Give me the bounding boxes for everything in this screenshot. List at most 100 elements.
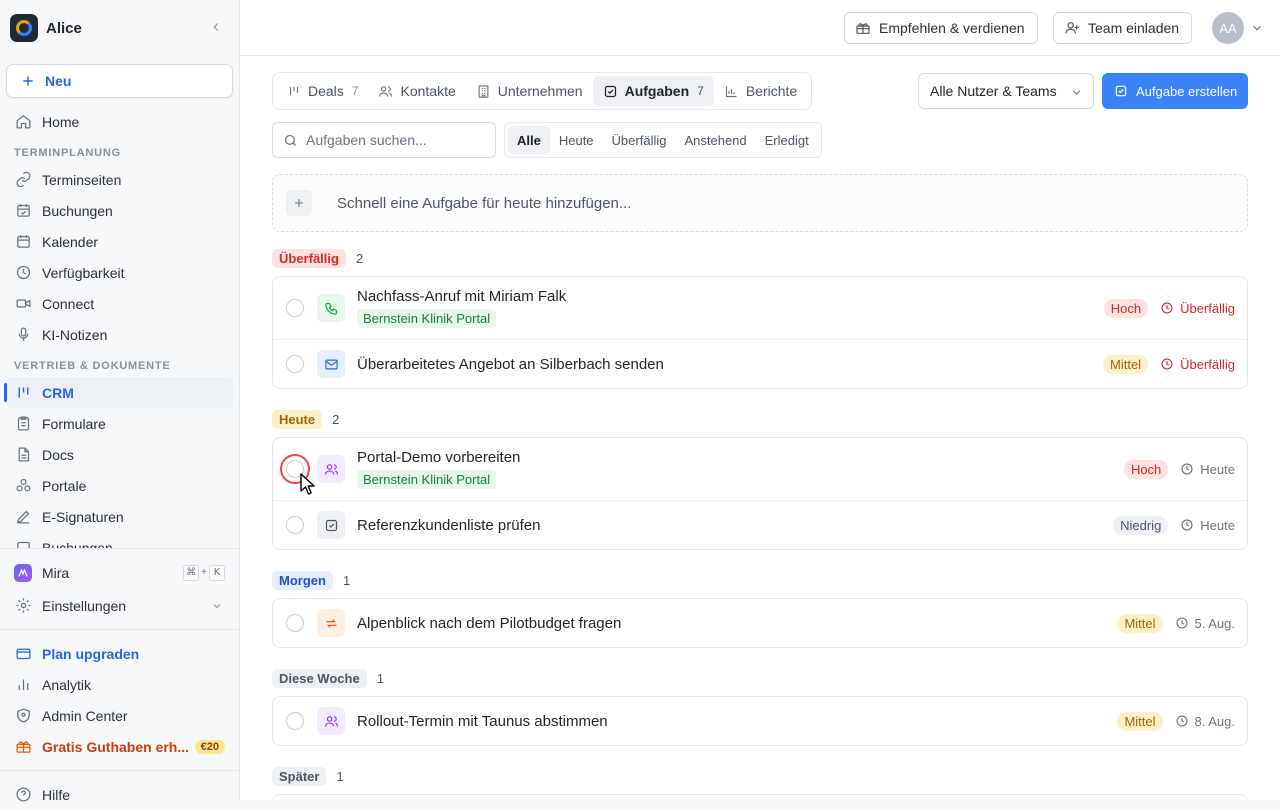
task-meta: Hoch Heute — [1123, 459, 1235, 479]
sidebar-bottom: Mira ⌘ + K Einstellungen Plan upgraden A… — [0, 548, 239, 810]
tab-label: Berichte — [745, 83, 798, 99]
workspace-switcher[interactable]: Alice — [0, 0, 239, 56]
clock-icon — [1181, 519, 1193, 531]
task-row[interactable]: Überarbeitetes Angebot an Silberbach sen… — [273, 340, 1247, 388]
task-row[interactable]: Rollout-Termin mit Taunus abstimmen Mitt… — [273, 697, 1247, 745]
tab-reports[interactable]: Berichte — [714, 76, 807, 106]
sidebar-item-terminseiten[interactable]: Terminseiten — [0, 164, 239, 195]
filter-done[interactable]: Erledigt — [756, 126, 818, 154]
help-icon — [14, 786, 32, 804]
create-task-button[interactable]: Aufgabe erstellen — [1102, 73, 1248, 109]
task-body: Portal-Demo vorbereiten Bernstein Klinik… — [357, 449, 520, 489]
group-count: 2 — [355, 250, 364, 266]
divider — [0, 629, 239, 630]
sidebar-item-label: Plan upgraden — [42, 645, 140, 662]
sidebar-item-buchungen-2[interactable]: Buchungen — [0, 532, 239, 548]
filter-upcoming[interactable]: Anstehend — [675, 126, 755, 154]
group-label: Überfällig — [272, 248, 346, 268]
task-checkbox[interactable] — [280, 454, 310, 484]
sidebar-item-free-credit[interactable]: Gratis Guthaben erh... €20 — [0, 731, 239, 762]
tab-tasks[interactable]: Aufgaben 7 — [592, 76, 714, 106]
filter-today[interactable]: Heute — [550, 126, 603, 154]
quick-add-task[interactable]: Schnell eine Aufgabe für heute hinzufüge… — [272, 174, 1248, 232]
task-checkbox[interactable] — [286, 355, 304, 373]
search-input[interactable] — [306, 132, 486, 148]
task-meta: Mittel 8. Aug. — [1117, 711, 1235, 731]
tab-label: Kontakte — [400, 83, 456, 99]
clock-icon — [14, 264, 32, 282]
group-header-this-week: Diese Woche 1 — [272, 668, 384, 688]
collapse-sidebar-icon[interactable] — [209, 20, 223, 34]
task-checkbox[interactable] — [286, 712, 304, 730]
sidebar-item-label: Docs — [42, 446, 74, 463]
user-team-filter[interactable]: Alle Nutzer & Teams — [918, 73, 1094, 109]
sidebar-item-kalender[interactable]: Kalender — [0, 226, 239, 257]
sidebar-item-portale[interactable]: Portale — [0, 470, 239, 501]
sidebar-item-label: Analytik — [42, 676, 92, 693]
sidebar-item-docs[interactable]: Docs — [0, 439, 239, 470]
divider — [0, 770, 239, 771]
gift-icon — [14, 738, 32, 756]
task-title: Alpenblick nach dem Pilotbudget fragen — [357, 614, 622, 632]
task-row[interactable]: Alpenblick nach dem Pilotbudget fragen M… — [273, 599, 1247, 647]
sidebar-item-label: Terminseiten — [42, 171, 122, 188]
portal-icon — [14, 477, 32, 495]
tab-count: 7 — [697, 84, 704, 98]
sidebar-item-home[interactable]: Home — [0, 106, 239, 137]
sidebar-item-label: Connect — [42, 295, 95, 312]
task-checkbox[interactable] — [286, 614, 304, 632]
bar-chart-icon — [14, 676, 32, 694]
task-portal-tag[interactable]: Bernstein Klinik Portal — [357, 309, 497, 328]
repeat-icon — [317, 609, 345, 637]
filter-all[interactable]: Alle — [508, 126, 550, 154]
sidebar-item-buchungen[interactable]: Buchungen — [0, 195, 239, 226]
task-group-today: Portal-Demo vorbereiten Bernstein Klinik… — [272, 437, 1248, 550]
task-checkbox[interactable] — [286, 299, 304, 317]
sidebar-item-admin-center[interactable]: Admin Center — [0, 700, 239, 731]
task-checkbox[interactable] — [286, 516, 304, 534]
sidebar-item-ki-notizen[interactable]: KI-Notizen — [0, 319, 239, 350]
sidebar-item-mira[interactable]: Mira ⌘ + K — [0, 557, 239, 588]
filter-overdue[interactable]: Überfällig — [603, 126, 676, 154]
avatar[interactable]: AA — [1212, 12, 1244, 44]
clock-icon — [1181, 463, 1193, 475]
group-count: 2 — [332, 411, 340, 427]
tab-contacts[interactable]: Kontakte — [368, 76, 465, 106]
refer-button[interactable]: Empfehlen & verdienen — [844, 12, 1038, 44]
task-row[interactable]: Referenzkundenliste prüfen Niedrig Heute — [273, 501, 1247, 549]
task-row[interactable]: Nachfass-Anruf mit Miriam Falk Bernstein… — [273, 277, 1247, 340]
task-portal-tag[interactable]: Bernstein Klinik Portal — [357, 470, 497, 489]
task-body: Rollout-Termin mit Taunus abstimmen — [357, 713, 608, 730]
clipboard-icon — [14, 415, 32, 433]
sidebar-item-connect[interactable]: Connect — [0, 288, 239, 319]
sidebar: Alice Neu Home TERMINPLANUNG Terminseite… — [0, 0, 240, 803]
clock-icon — [1175, 715, 1188, 727]
new-button[interactable]: Neu — [6, 64, 233, 98]
due-date: 5. Aug. — [1175, 616, 1235, 631]
sidebar-item-formulare[interactable]: Formulare — [0, 408, 239, 439]
sidebar-item-analytics[interactable]: Analytik — [0, 669, 239, 700]
chevron-down-icon[interactable] — [1250, 21, 1264, 35]
due-date: Heute — [1180, 462, 1235, 477]
kbd-k: K — [209, 564, 225, 581]
sidebar-item-help[interactable]: Hilfe — [0, 779, 239, 810]
calendar-icon — [14, 539, 32, 548]
sidebar-item-label: Einstellungen — [42, 597, 127, 614]
refer-button-label: Empfehlen & verdienen — [879, 20, 1025, 36]
user-plus-icon — [1065, 22, 1079, 34]
tab-companies[interactable]: Unternehmen — [466, 76, 593, 106]
chevron-down-icon — [211, 600, 223, 612]
plus-icon[interactable] — [286, 190, 312, 216]
sidebar-item-verfuegbarkeit[interactable]: Verfügbarkeit — [0, 257, 239, 288]
sidebar-item-upgrade[interactable]: Plan upgraden — [0, 638, 239, 669]
invite-team-button[interactable]: Team einladen — [1053, 12, 1193, 44]
clock-icon — [1175, 617, 1188, 629]
tab-deals[interactable]: Deals 7 — [277, 76, 368, 106]
sidebar-item-settings[interactable]: Einstellungen — [0, 590, 239, 621]
task-meta: Niedrig Heute — [1113, 515, 1235, 535]
sidebar-item-e-signaturen[interactable]: E-Signaturen — [0, 501, 239, 532]
task-body: Alpenblick nach dem Pilotbudget fragen — [357, 615, 621, 632]
task-row[interactable]: Portal-Demo vorbereiten Bernstein Klinik… — [273, 438, 1247, 501]
chevron-down-icon — [1070, 86, 1083, 99]
sidebar-item-crm[interactable]: CRM — [4, 377, 233, 408]
